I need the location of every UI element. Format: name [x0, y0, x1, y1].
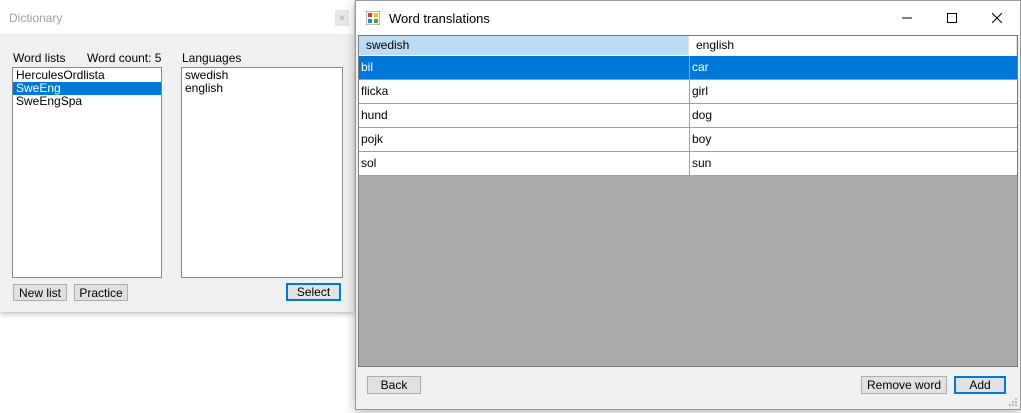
close-icon — [992, 13, 1002, 23]
table-row[interactable]: hund dog — [359, 104, 1017, 128]
cell-swedish[interactable]: sol — [359, 152, 689, 175]
cell-english[interactable]: boy — [689, 128, 1017, 151]
word-translations-window: Word translations swedish english bil car… — [355, 0, 1021, 410]
cell-swedish[interactable]: flicka — [359, 80, 689, 103]
back-button[interactable]: Back — [367, 376, 421, 394]
cell-swedish[interactable]: hund — [359, 104, 689, 127]
translations-titlebar[interactable]: Word translations — [356, 1, 1020, 35]
dictionary-window: Dictionary ✕ Word lists Word count: 5 La… — [0, 0, 354, 312]
remove-word-button[interactable]: Remove word — [861, 376, 947, 394]
select-button[interactable]: Select — [286, 283, 341, 301]
dictionary-titlebar[interactable]: Dictionary ✕ — [0, 0, 354, 34]
maximize-button[interactable] — [929, 1, 975, 35]
new-list-button[interactable]: New list — [13, 284, 67, 301]
close-icon[interactable]: ✕ — [335, 10, 349, 26]
table-row[interactable]: pojk boy — [359, 128, 1017, 152]
languages-listbox[interactable]: swedish english — [181, 67, 343, 278]
word-count-label: Word count: 5 — [87, 51, 162, 65]
cell-english[interactable]: girl — [689, 80, 1017, 103]
practice-button[interactable]: Practice — [74, 284, 128, 301]
cell-swedish[interactable]: pojk — [359, 128, 689, 151]
app-icon — [366, 11, 380, 25]
minimize-button[interactable] — [884, 1, 930, 35]
cell-english[interactable]: car — [689, 56, 1017, 79]
add-button[interactable]: Add — [954, 376, 1006, 394]
table-row[interactable]: flicka girl — [359, 80, 1017, 104]
resize-grip-icon[interactable] — [1008, 397, 1018, 407]
column-header-swedish[interactable]: swedish — [359, 36, 689, 55]
maximize-icon — [947, 13, 957, 23]
word-lists-listbox[interactable]: HerculesOrdlista SweEng SweEngSpa — [12, 67, 162, 278]
cell-english[interactable]: sun — [689, 152, 1017, 175]
translations-title: Word translations — [389, 11, 490, 26]
table-row[interactable]: sol sun — [359, 152, 1017, 176]
language-item[interactable]: english — [182, 82, 342, 95]
languages-label: Languages — [182, 51, 242, 65]
translations-grid[interactable]: swedish english bil car flicka girl hund dog p… — [358, 35, 1018, 367]
column-header-english[interactable]: english — [689, 36, 1017, 55]
minimize-icon — [902, 17, 912, 19]
grid-header: swedish english — [359, 36, 1017, 56]
cell-swedish[interactable]: bil — [359, 56, 689, 79]
dictionary-title: Dictionary — [9, 11, 63, 25]
word-list-item[interactable]: SweEngSpa — [13, 95, 161, 108]
word-lists-label: Word lists — [13, 51, 66, 65]
table-row[interactable]: bil car — [359, 56, 1017, 80]
cell-english[interactable]: dog — [689, 104, 1017, 127]
close-button[interactable] — [974, 1, 1020, 35]
